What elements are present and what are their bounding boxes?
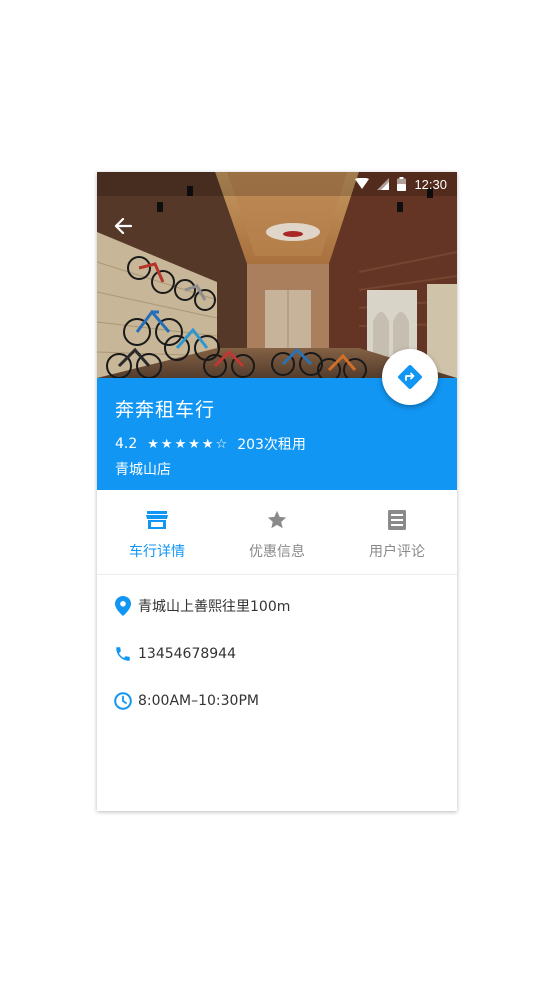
hours-row: 8:00AM–10:30PM xyxy=(113,690,259,712)
location-pin-icon xyxy=(115,596,131,616)
business-hours: 8:00AM–10:30PM xyxy=(138,693,259,709)
tab-label: 用户评论 xyxy=(369,544,425,560)
tab-shop-details[interactable]: 车行详情 xyxy=(97,490,217,574)
back-button[interactable] xyxy=(109,212,137,240)
rent-count: 203次租用 xyxy=(237,437,306,453)
tab-label: 优惠信息 xyxy=(249,544,305,560)
shop-interior-illustration xyxy=(97,172,457,378)
clock-icon xyxy=(114,692,132,710)
address-text: 青城山上善熙往里100m xyxy=(138,599,291,615)
tab-discounts[interactable]: 优惠信息 xyxy=(217,490,337,574)
phone-icon xyxy=(116,647,130,661)
star-icon: ★ xyxy=(188,436,200,452)
cellular-signal-icon xyxy=(377,178,390,190)
rating-value: 4.2 xyxy=(115,436,138,452)
shop-name: 奔奔租车行 xyxy=(115,399,216,421)
rating-row: 4.2 ★ ★ ★ ★ ★ ☆ 203次租用 xyxy=(115,434,306,454)
list-document-icon xyxy=(388,510,406,530)
star-icon: ★ xyxy=(147,436,159,452)
shop-photo: 12:30 xyxy=(97,172,457,378)
phone-number: 13454678944 xyxy=(138,646,236,662)
status-time: 12:30 xyxy=(414,176,447,192)
star-icon: ★ xyxy=(201,436,214,452)
battery-icon xyxy=(397,177,407,191)
store-icon xyxy=(146,511,168,529)
phone-screen: 12:30 奔奔租车行 4.2 ★ ★ ★ ★ ★ ☆ 203次租用 青城山店 xyxy=(97,172,457,811)
phone-row[interactable]: 13454678944 xyxy=(113,643,236,665)
tab-user-reviews[interactable]: 用户评论 xyxy=(337,490,457,574)
star-outline-icon: ☆ xyxy=(215,436,228,452)
star-icon xyxy=(267,510,287,529)
star-icon: ★ xyxy=(174,436,187,452)
rating-stars: ★ ★ ★ ★ ★ ☆ xyxy=(147,438,227,451)
tab-bar: 车行详情 优惠信息 用户评论 xyxy=(97,490,457,575)
address-row[interactable]: 青城山上善熙往里100m xyxy=(113,595,290,617)
status-bar: 12:30 xyxy=(97,172,457,196)
directions-icon xyxy=(398,365,422,389)
star-icon: ★ xyxy=(160,436,173,452)
wifi-icon xyxy=(355,178,370,189)
tab-label: 车行详情 xyxy=(129,544,185,560)
branch-name: 青城山店 xyxy=(115,462,171,478)
directions-button[interactable] xyxy=(382,349,438,405)
arrow-left-icon xyxy=(114,217,133,235)
